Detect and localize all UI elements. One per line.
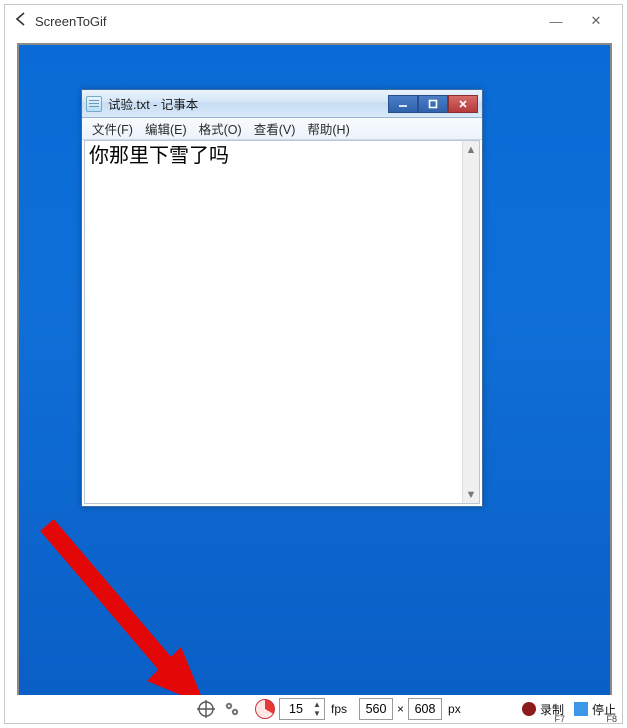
screentogif-recorder-window: ScreenToGif — ✕ 试验.txt - 记事本 bbox=[4, 4, 623, 724]
menu-view[interactable]: 查看(V) bbox=[248, 119, 302, 138]
menu-edit[interactable]: 编辑(E) bbox=[139, 119, 193, 138]
titlebar[interactable]: ScreenToGif — ✕ bbox=[5, 5, 622, 37]
notepad-close-button[interactable] bbox=[448, 95, 478, 113]
stop-shortcut: F8 bbox=[606, 714, 617, 724]
scroll-down-icon[interactable]: ▼ bbox=[463, 486, 479, 503]
back-arrow-icon[interactable] bbox=[11, 11, 35, 32]
close-button[interactable]: ✕ bbox=[576, 8, 616, 34]
notepad-minimize-button[interactable] bbox=[388, 95, 418, 113]
width-field[interactable] bbox=[359, 698, 393, 720]
settings-button[interactable] bbox=[219, 698, 245, 720]
recorder-toolbar: ▲ ▼ fps × px 录制 F7 停止 F8 bbox=[5, 695, 622, 723]
notepad-body: 你那里下雪了吗 ▲ ▼ bbox=[84, 140, 480, 504]
record-icon bbox=[522, 702, 536, 716]
menu-help[interactable]: 帮助(H) bbox=[301, 119, 355, 138]
menu-file[interactable]: 文件(F) bbox=[86, 119, 139, 138]
notepad-titlebar[interactable]: 试验.txt - 记事本 bbox=[82, 90, 482, 118]
fps-up-icon[interactable]: ▲ bbox=[312, 700, 322, 709]
notepad-app-icon bbox=[86, 96, 102, 112]
notepad-scrollbar[interactable]: ▲ ▼ bbox=[462, 141, 479, 503]
notepad-maximize-button[interactable] bbox=[418, 95, 448, 113]
stop-button[interactable]: 停止 F8 bbox=[569, 695, 621, 723]
app-title: ScreenToGif bbox=[35, 14, 107, 29]
minimize-button[interactable]: — bbox=[536, 8, 576, 34]
record-button[interactable]: 录制 F7 bbox=[517, 695, 569, 723]
fps-field[interactable]: ▲ ▼ bbox=[279, 698, 325, 720]
crosshair-button[interactable] bbox=[193, 698, 219, 720]
notepad-text-content[interactable]: 你那里下雪了吗 bbox=[85, 141, 462, 503]
height-input[interactable] bbox=[411, 702, 439, 716]
height-field[interactable] bbox=[408, 698, 442, 720]
stop-icon bbox=[574, 702, 588, 716]
annotation-arrow-icon bbox=[37, 515, 207, 705]
pie-timer-icon bbox=[255, 699, 275, 719]
capture-region[interactable]: 试验.txt - 记事本 文件(F) 编辑(E) 格式(O) bbox=[17, 43, 612, 697]
notepad-menubar: 文件(F) 编辑(E) 格式(O) 查看(V) 帮助(H) bbox=[82, 118, 482, 140]
scroll-up-icon[interactable]: ▲ bbox=[463, 141, 479, 158]
fps-down-icon[interactable]: ▼ bbox=[312, 709, 322, 718]
dimension-separator: × bbox=[393, 702, 408, 716]
fps-input[interactable] bbox=[282, 702, 310, 716]
notepad-title: 试验.txt - 记事本 bbox=[108, 94, 198, 113]
notepad-window[interactable]: 试验.txt - 记事本 文件(F) 编辑(E) 格式(O) bbox=[81, 89, 483, 507]
elapsed-time-indicator bbox=[251, 698, 279, 720]
fps-label: fps bbox=[325, 702, 353, 716]
menu-format[interactable]: 格式(O) bbox=[193, 119, 248, 138]
px-label: px bbox=[442, 702, 467, 716]
record-shortcut: F7 bbox=[554, 714, 565, 724]
width-input[interactable] bbox=[362, 702, 390, 716]
